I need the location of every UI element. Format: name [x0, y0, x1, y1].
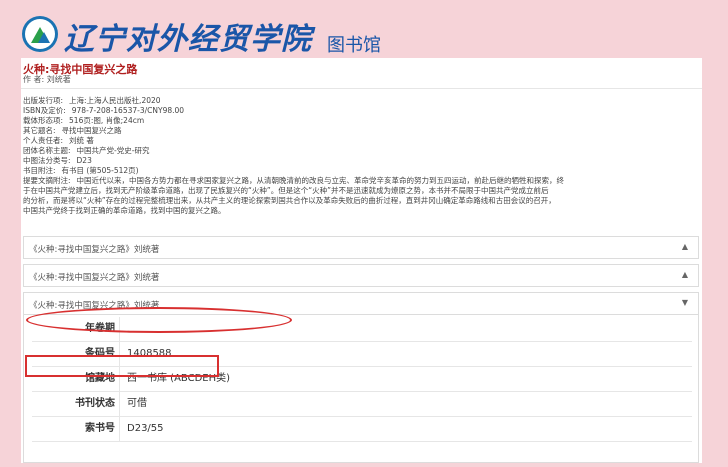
book-author: 作 者: 刘统著 [23, 75, 71, 84]
abstract-text: 于在中国共产党建立后，找到无产阶级革命道路，出现了民族复兴的“火种”。但是这个“… [23, 186, 549, 195]
accordion-header[interactable]: 《火种:寻找中国复兴之路》刘统著 ▲ [23, 264, 699, 287]
abstract-text: 提要文摘附注: 中国近代以来，中国各方势力都在寻求国家复兴之路，从清朝晚清前的改良… [23, 176, 565, 185]
meta-row: 出版发行项: 上海:上海人民出版社,2020 [23, 96, 161, 105]
field-label: 索书号 [32, 417, 120, 441]
abstract-text: 的分析，而是将以“火种”存在的过程完整梳理出来，从共产主义的理论探索到国共合作以… [23, 196, 556, 205]
meta-row: 书目附注: 有书目 (第505-512页) [23, 166, 139, 175]
meta-row: 载体形态项: 516页:图, 肖像;24cm [23, 116, 145, 125]
meta-row: 个人责任者: 刘统 著 [23, 136, 94, 145]
book-detail-panel: 火种:寻找中国复兴之路 作 者: 刘统著 出版发行项: 上海:上海人民出版社,20… [21, 58, 702, 463]
book-metadata: 出版发行项: 上海:上海人民出版社,2020 ISBN及定价: 978-7-208-… [23, 96, 699, 216]
site-header: 辽宁对外经贸学院 图书馆 [0, 0, 728, 58]
divider [21, 88, 702, 89]
chevron-down-icon: ▼ [681, 298, 688, 307]
table-row: 索书号 D23/55 [32, 417, 692, 442]
abstract-text: 中国共产党终于找到正确的革命道路，找到中国的复兴之路。 [23, 206, 226, 215]
chevron-up-icon: ▲ [681, 242, 688, 251]
school-name: 辽宁对外经贸学院 [64, 22, 312, 57]
chevron-up-icon: ▲ [681, 270, 688, 279]
call-number-value: D23/55 [127, 423, 164, 434]
library-label: 图书馆 [327, 35, 381, 56]
field-label: 书刊状态 [32, 392, 120, 416]
call-number-highlight-box [25, 355, 219, 377]
location-highlight-oval [26, 307, 292, 333]
school-logo-icon[interactable] [22, 16, 58, 52]
meta-row: 团体名称主题: 中国共产党-党史-研究 [23, 146, 150, 155]
accordion-header[interactable]: 《火种:寻找中国复兴之路》刘统著 ▲ [23, 236, 699, 259]
meta-row: 其它题名: 寻找中国复兴之路 [23, 126, 122, 135]
meta-row: ISBN及定价: 978-7-208-16537-3/CNY98.00 [23, 106, 185, 115]
status-value: 可借 [127, 398, 147, 409]
holding-details-table: 年卷期 条码号 1408588 馆藏地 西一书库 (ABCDEH类) 书刊状态 … [23, 314, 699, 463]
meta-row: 中图法分类号: D23 [23, 156, 92, 165]
table-row: 书刊状态 可借 [32, 392, 692, 417]
